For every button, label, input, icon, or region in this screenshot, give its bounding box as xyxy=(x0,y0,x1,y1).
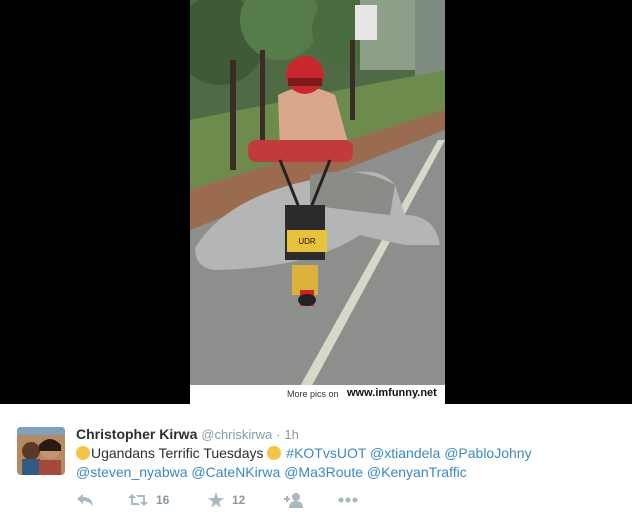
header-separator: · xyxy=(276,427,281,442)
grinning-emoji-icon xyxy=(76,446,90,460)
tweet-text: Ugandans Terrific Tuesdays #KOTvsUOT @xt… xyxy=(76,444,616,482)
retweet-count: 16 xyxy=(156,493,170,507)
favorite-button[interactable]: 12 xyxy=(208,490,245,510)
tweet: Christopher Kirwa @chriskirwa · 1h Ugand… xyxy=(0,404,632,527)
star-icon xyxy=(208,492,224,508)
avatar-photo xyxy=(17,427,65,475)
add-user-icon xyxy=(284,493,303,508)
more-button[interactable] xyxy=(338,490,358,510)
more-icon xyxy=(338,497,358,503)
mention-link[interactable]: @PabloJohny xyxy=(444,445,531,461)
retweet-button[interactable]: 16 xyxy=(128,490,169,510)
photo-illustration: UDR xyxy=(190,0,445,404)
tweet-header: Christopher Kirwa @chriskirwa · 1h xyxy=(76,426,299,442)
watermark-strip: More pics on www.imfunny.net xyxy=(190,385,445,404)
watermark-site: www.imfunny.net xyxy=(347,387,437,399)
reply-icon xyxy=(77,494,93,506)
hashtag-link[interactable]: #KOTvsUOT xyxy=(286,445,366,461)
reply-button[interactable] xyxy=(76,490,94,510)
license-plate: UDR xyxy=(298,237,316,246)
tweet-time[interactable]: 1h xyxy=(284,427,298,442)
avatar[interactable] xyxy=(17,427,65,475)
favorite-count: 12 xyxy=(232,493,246,507)
mention-link[interactable]: @CateNKirwa xyxy=(191,464,280,480)
follow-button[interactable] xyxy=(284,490,304,510)
tweet-lead-text: Ugandans Terrific Tuesdays xyxy=(91,445,264,461)
media-viewer: UDR More pics on www.imfunny.net xyxy=(0,0,632,404)
mention-link[interactable]: @steven_nyabwa xyxy=(76,464,188,480)
watermark-prefix: More pics on xyxy=(287,389,339,399)
mention-link[interactable]: @xtiandela xyxy=(370,445,440,461)
author-handle[interactable]: @chriskirwa xyxy=(201,427,272,442)
mention-link[interactable]: @KenyanTraffic xyxy=(367,464,467,480)
mention-link[interactable]: @Ma3Route xyxy=(284,464,363,480)
author-name[interactable]: Christopher Kirwa xyxy=(76,426,197,442)
retweet-icon xyxy=(128,494,148,506)
laughing-emoji-icon xyxy=(267,446,282,460)
tweet-photo[interactable]: UDR xyxy=(190,0,445,404)
